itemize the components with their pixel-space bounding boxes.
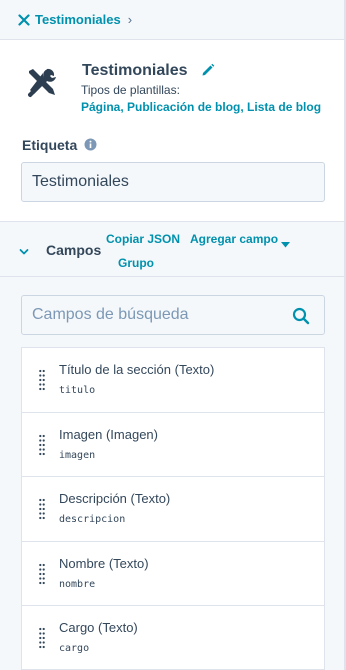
search-input[interactable] bbox=[32, 306, 272, 324]
field-code: titulo bbox=[59, 385, 96, 396]
drag-handle-icon[interactable] bbox=[39, 434, 45, 456]
pencil-icon[interactable] bbox=[200, 62, 216, 78]
group-link[interactable]: Grupo bbox=[118, 256, 154, 270]
campos-section-header: Campos Copiar JSON Agregar campo Grupo bbox=[0, 221, 346, 277]
search-icon[interactable] bbox=[292, 307, 310, 325]
copy-json-link[interactable]: Copiar JSON bbox=[106, 232, 180, 246]
field-item[interactable]: Descripción (Texto) descripcion bbox=[21, 476, 325, 541]
caret-down-icon[interactable] bbox=[281, 235, 290, 248]
campos-label[interactable]: Campos bbox=[46, 242, 101, 258]
field-title: Título de la sección (Texto) bbox=[59, 362, 215, 377]
breadcrumb-link-testimoniales[interactable]: Testimoniales bbox=[35, 12, 121, 27]
drag-handle-icon[interactable] bbox=[39, 369, 45, 391]
field-code: descripcion bbox=[59, 514, 126, 525]
chevron-down-icon[interactable] bbox=[19, 244, 29, 255]
field-title: Descripción (Texto) bbox=[59, 491, 171, 506]
search-field[interactable] bbox=[21, 295, 325, 335]
module-title: Testimoniales bbox=[82, 62, 188, 79]
template-types-label: Tipos de plantillas: bbox=[81, 83, 180, 97]
field-item[interactable]: Nombre (Texto) nombre bbox=[21, 540, 325, 605]
field-code: nombre bbox=[59, 578, 96, 590]
field-title: Imagen (Imagen) bbox=[59, 426, 158, 442]
field-list: Título de la sección (Texto) titulo Imag… bbox=[21, 347, 325, 670]
field-code: cargo bbox=[59, 643, 90, 654]
info-icon[interactable] bbox=[84, 138, 97, 151]
field-title: Cargo (Texto) bbox=[59, 620, 138, 635]
drag-handle-icon[interactable] bbox=[39, 627, 45, 649]
etiqueta-label: Etiqueta bbox=[22, 137, 78, 153]
template-types-values: Página, Publicación de blog, Lista de bl… bbox=[81, 100, 322, 114]
add-field-dropdown[interactable]: Agregar campo bbox=[190, 232, 278, 246]
field-item[interactable]: Cargo (Texto) cargo bbox=[21, 605, 325, 670]
close-x-icon[interactable] bbox=[18, 13, 30, 26]
field-item[interactable]: Título de la sección (Texto) titulo bbox=[21, 347, 325, 412]
etiqueta-input[interactable]: Testimoniales bbox=[21, 162, 325, 202]
field-item[interactable]: Imagen (Imagen) imagen bbox=[21, 411, 325, 476]
field-code: imagen bbox=[59, 449, 96, 461]
drag-handle-icon[interactable] bbox=[39, 563, 45, 585]
breadcrumb: Testimoniales › bbox=[0, 0, 346, 40]
field-title: Nombre (Texto) bbox=[59, 555, 149, 571]
tools-wrench-screwdriver-icon bbox=[24, 66, 58, 100]
drag-handle-icon[interactable] bbox=[39, 498, 45, 520]
chevron-right-icon: › bbox=[127, 12, 133, 27]
